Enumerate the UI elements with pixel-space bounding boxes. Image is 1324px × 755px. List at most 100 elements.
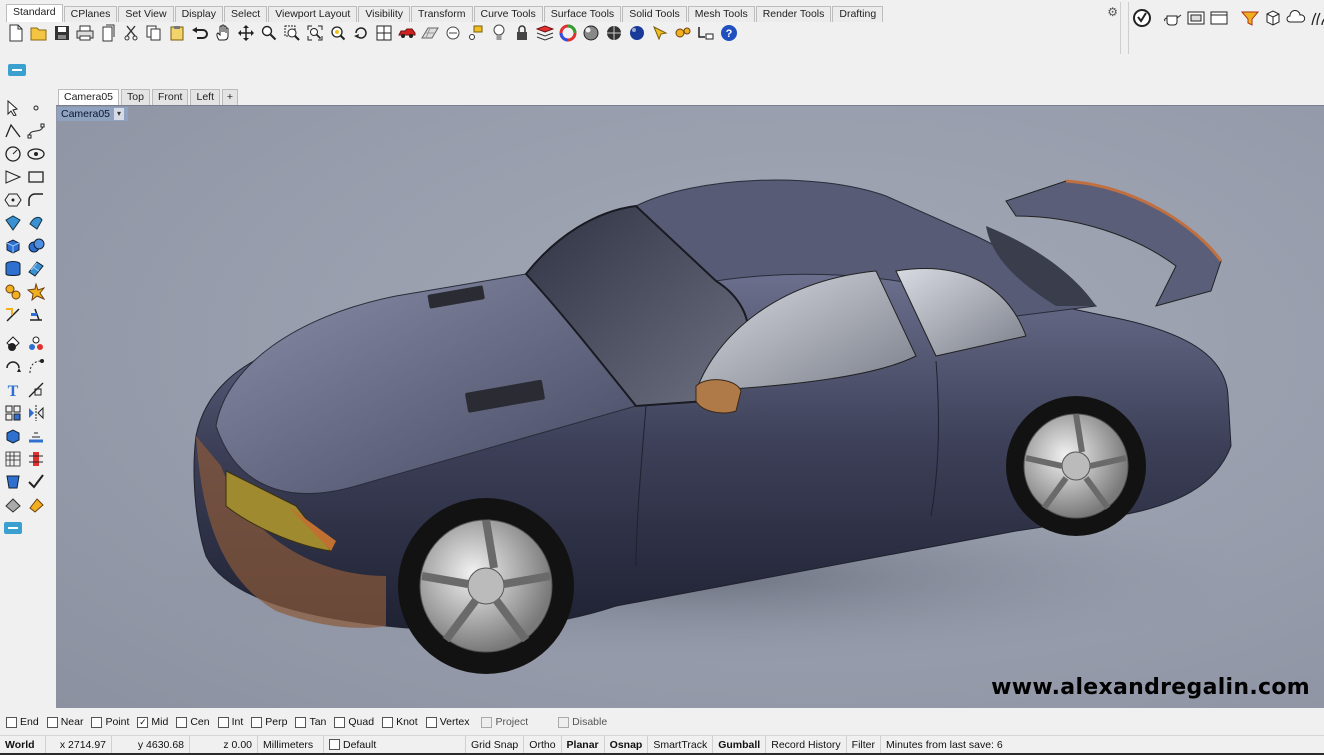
points-icon[interactable] (464, 22, 487, 44)
osnap-near[interactable]: Near (46, 716, 83, 728)
osnap-checkbox[interactable] (425, 716, 437, 728)
smarttrack-toggle[interactable]: SmartTrack (648, 735, 714, 754)
osnap-checkbox[interactable] (334, 716, 346, 728)
arc-tool-icon[interactable] (2, 166, 24, 188)
osnap-int[interactable]: Int (217, 716, 243, 728)
osnap-knot[interactable]: Knot (382, 716, 418, 728)
window-icon[interactable] (1184, 7, 1207, 29)
viewport-tab-left[interactable]: Left (190, 89, 220, 105)
print-icon[interactable] (73, 22, 96, 44)
filter-toggle[interactable]: Filter (847, 735, 882, 754)
viewport-tab-front[interactable]: Front (151, 89, 189, 105)
sidebar-collapse-icon[interactable] (2, 517, 24, 539)
split-tool-icon[interactable] (2, 304, 24, 326)
osnap-disable[interactable]: Disable (558, 716, 607, 728)
save-icon[interactable] (50, 22, 73, 44)
box-solid-icon[interactable] (2, 235, 24, 257)
units-indicator[interactable]: Millimeters (258, 735, 324, 754)
ortho-toggle[interactable]: Ortho (524, 735, 562, 754)
osnap-project[interactable]: Project (481, 716, 528, 728)
section-tool-icon[interactable] (25, 425, 47, 447)
undo-icon[interactable] (188, 22, 211, 44)
cloud-icon[interactable] (1284, 7, 1307, 29)
import-icon[interactable] (96, 22, 119, 44)
zoom-selected-icon[interactable] (326, 22, 349, 44)
help-icon[interactable]: ? (717, 22, 740, 44)
tab-select[interactable]: Select (224, 6, 268, 22)
mesh-tool-icon[interactable] (25, 258, 47, 280)
material-ball-icon[interactable] (579, 22, 602, 44)
color-wheel-icon[interactable] (556, 22, 579, 44)
tab-settings-gear-icon[interactable]: ⚙ (1107, 5, 1118, 19)
lock-icon[interactable] (510, 22, 533, 44)
paint-tool-icon[interactable] (25, 494, 47, 516)
render-preview-icon[interactable] (625, 22, 648, 44)
rotate-tool-icon[interactable] (2, 356, 24, 378)
gear-icon[interactable] (671, 22, 694, 44)
boolean-union-icon[interactable] (25, 235, 47, 257)
layer-icon[interactable] (533, 22, 556, 44)
explode-tool-icon[interactable] (25, 281, 47, 303)
cylinder-solid-icon[interactable] (2, 258, 24, 280)
polyline-icon[interactable] (2, 120, 24, 142)
osnap-checkbox[interactable] (251, 716, 263, 728)
ellipse-tool-icon[interactable] (25, 143, 47, 165)
viewport-title[interactable]: Camera05 ▾ (57, 107, 129, 121)
render-tool-icon[interactable] (2, 471, 24, 493)
transform-tool-icon[interactable] (2, 281, 24, 303)
check-tool-icon[interactable] (25, 471, 47, 493)
osnap-checkbox[interactable] (295, 716, 307, 728)
grid-icon[interactable] (418, 22, 441, 44)
layer-indicator[interactable]: Default (324, 735, 466, 754)
analyze-tool-icon[interactable] (25, 448, 47, 470)
tab-viewport-layout[interactable]: Viewport Layout (268, 6, 358, 22)
osnap-tan[interactable]: Tan (295, 716, 326, 728)
grass-icon[interactable] (1307, 7, 1324, 29)
car-icon[interactable] (395, 22, 418, 44)
extrude-tool-icon[interactable] (25, 212, 47, 234)
circle-dot-icon[interactable] (441, 22, 464, 44)
tab-transform[interactable]: Transform (411, 6, 473, 22)
zoom-icon[interactable] (257, 22, 280, 44)
rhino-logo-icon[interactable] (1130, 7, 1153, 29)
box-icon[interactable] (1261, 7, 1284, 29)
gumball-toggle[interactable]: Gumball (713, 735, 767, 754)
filter-icon[interactable] (1238, 7, 1261, 29)
tab-standard[interactable]: Standard (6, 4, 63, 22)
dimension-tool-icon[interactable] (25, 379, 47, 401)
cplane-indicator[interactable]: World (0, 735, 46, 754)
pan-icon[interactable] (211, 22, 234, 44)
group-tool-icon[interactable] (25, 333, 47, 355)
tab-mesh-tools[interactable]: Mesh Tools (687, 6, 755, 22)
tab-display[interactable]: Display (174, 6, 224, 22)
move-view-icon[interactable] (234, 22, 257, 44)
viewport-menu-chevron-down-icon[interactable]: ▾ (114, 108, 125, 120)
toolbar-collapse-icon[interactable] (6, 60, 28, 82)
new-icon[interactable] (4, 22, 27, 44)
osnap-checkbox[interactable] (6, 716, 17, 728)
mirror-tool-icon[interactable] (25, 402, 47, 424)
move-tool-icon[interactable] (25, 356, 47, 378)
tab-set-view[interactable]: Set View (118, 6, 174, 22)
viewport-tab-camera05[interactable]: Camera05 (58, 89, 120, 105)
osnap-end[interactable]: End (6, 716, 39, 728)
fillet-curve-icon[interactable] (25, 189, 47, 211)
rectangle-tool-icon[interactable] (25, 166, 47, 188)
osnap-checkbox[interactable] (46, 716, 58, 728)
tab-render-tools[interactable]: Render Tools (755, 6, 832, 22)
tab-curve-tools[interactable]: Curve Tools (473, 6, 543, 22)
four-viewports-icon[interactable] (372, 22, 395, 44)
osnap-cen[interactable]: Cen (176, 716, 210, 728)
select-arrow-icon[interactable] (2, 97, 24, 119)
osnap-checkbox[interactable] (217, 716, 229, 728)
osnap-checkbox[interactable]: ✓ (137, 716, 149, 728)
render-sphere-icon[interactable] (602, 22, 625, 44)
osnap-toggle[interactable]: Osnap (605, 735, 649, 754)
options-icon[interactable] (694, 22, 717, 44)
cut-icon[interactable] (119, 22, 142, 44)
surface-tool-icon[interactable] (2, 212, 24, 234)
viewport-icon[interactable] (1207, 7, 1230, 29)
polygon-tool-icon[interactable] (2, 189, 24, 211)
solid-edit-icon[interactable] (2, 425, 24, 447)
copy-icon[interactable] (142, 22, 165, 44)
